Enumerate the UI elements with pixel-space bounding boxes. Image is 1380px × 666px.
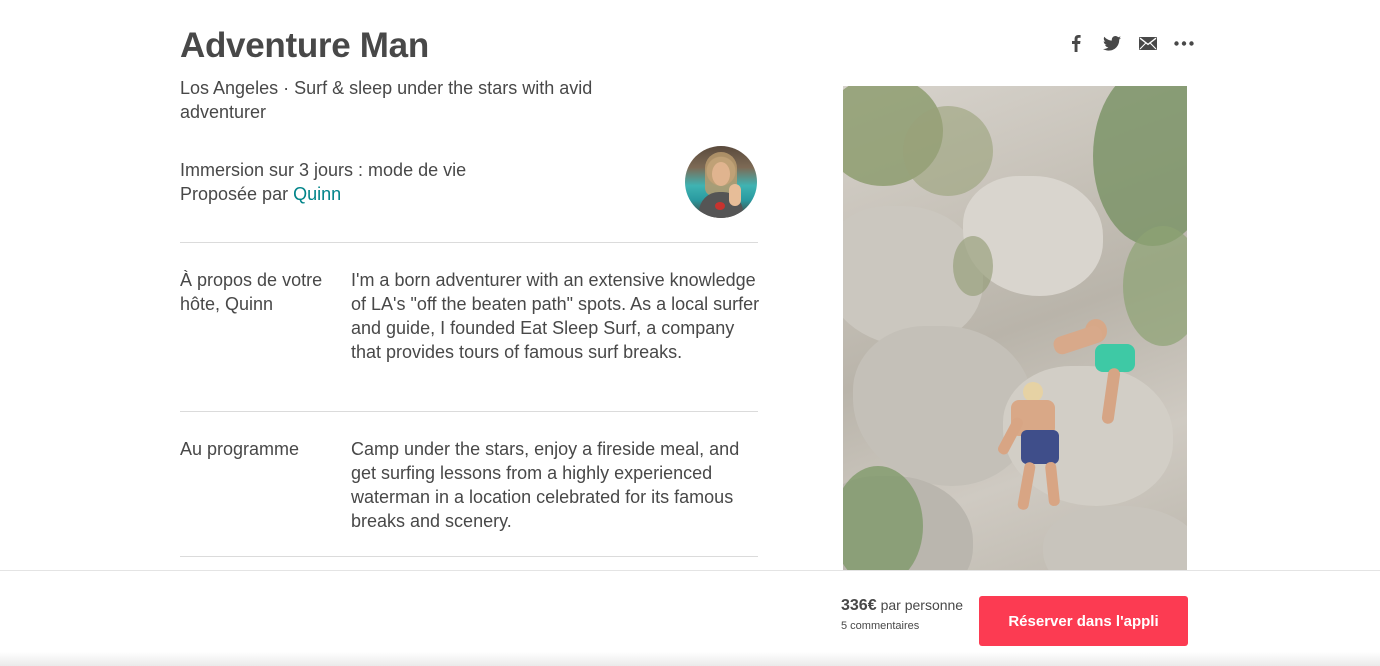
about-host-section: À propos de votre hôte, Quinn I'm a born… <box>180 268 760 388</box>
booking-bar: 336€ par personne 5 commentaires Réserver… <box>0 570 1380 666</box>
more-icon[interactable] <box>1166 33 1202 53</box>
about-host-label: À propos de votre hôte, Quinn <box>180 270 323 314</box>
program-section: Au programme Camp under the stars, enjoy… <box>180 437 758 537</box>
book-in-app-button[interactable]: Réserver dans l'appli <box>979 596 1188 646</box>
reviews-link[interactable]: 5 commentaires <box>841 620 963 632</box>
offered-by: Proposée par Quinn <box>180 182 680 206</box>
page-title: Adventure Man <box>180 26 429 65</box>
divider <box>180 242 758 243</box>
price-block: 336€ par personne 5 commentaires <box>841 597 963 632</box>
price-value: 336€ <box>841 597 877 614</box>
price-unit: par personne <box>880 597 964 613</box>
divider <box>180 411 758 412</box>
host-avatar[interactable] <box>685 146 757 218</box>
program-label: Au programme <box>180 439 300 459</box>
share-bar <box>1058 33 1202 53</box>
offered-by-prefix: Proposée par <box>180 184 294 204</box>
host-link[interactable]: Quinn <box>293 184 341 204</box>
divider <box>180 556 758 557</box>
facebook-icon[interactable] <box>1058 33 1094 53</box>
bottom-shadow <box>0 652 1380 666</box>
program-text: Camp under the stars, enjoy a fireside m… <box>351 439 740 531</box>
experience-title: Immersion sur 3 jours : mode de vie <box>180 160 467 180</box>
about-host-text: I'm a born adventurer with an extensive … <box>351 270 760 362</box>
email-icon[interactable] <box>1130 33 1166 53</box>
experience-summary: Immersion sur 3 jours : mode de vie Prop… <box>180 158 680 206</box>
twitter-icon[interactable] <box>1094 33 1130 53</box>
experience-photo[interactable] <box>843 86 1187 572</box>
page-subtitle: Los Angeles · Surf & sleep under the sta… <box>180 78 593 122</box>
